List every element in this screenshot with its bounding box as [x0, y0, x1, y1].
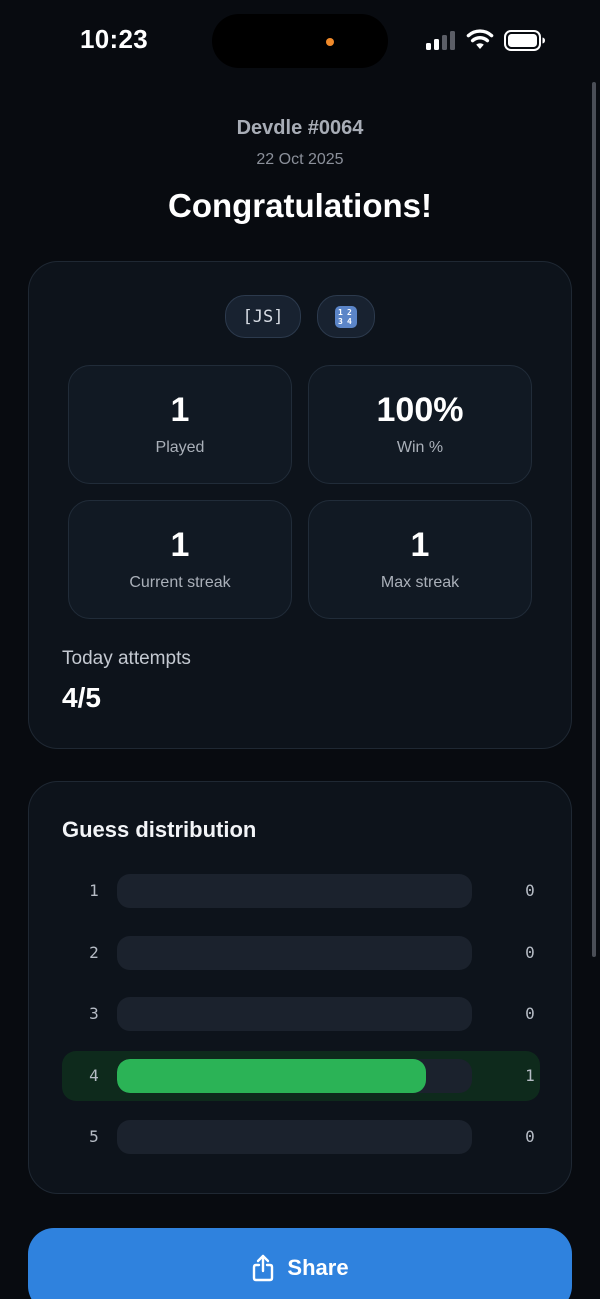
- distribution-row: 2 0: [62, 928, 540, 978]
- guess-number: 2: [89, 942, 99, 962]
- guess-count: 0: [525, 1004, 535, 1023]
- guess-number: 5: [89, 1127, 99, 1146]
- distribution-bar-track: [117, 1120, 472, 1154]
- tag-row: [JS] 1 2 3 4: [29, 295, 571, 338]
- share-label: Share: [287, 1255, 349, 1280]
- guess-number: 3: [89, 1004, 99, 1023]
- result-header: Devdle #0064 22 Oct 2025 Congratulations…: [0, 114, 600, 228]
- stat-value: 1: [170, 391, 190, 429]
- stat-current-streak: 1 Current streak: [68, 500, 292, 619]
- camera-indicator-dot: [326, 38, 334, 46]
- status-time: 10:23: [80, 24, 148, 54]
- wifi-icon: [466, 29, 494, 49]
- today-attempts-value: 4/5: [62, 682, 101, 713]
- battery-icon: [504, 30, 545, 51]
- distribution-bar-fill: [117, 1058, 426, 1093]
- stat-played: 1 Played: [68, 365, 292, 484]
- stat-label: Max streak: [380, 574, 460, 591]
- numbers-icon: 1 2 3 4: [335, 305, 357, 328]
- stat-win-percent: 100% Win %: [308, 365, 532, 484]
- guess-count: 0: [525, 881, 535, 900]
- stat-value: 100%: [376, 391, 464, 429]
- distribution-title: Guess distribution: [62, 817, 257, 842]
- stat-value: 1: [410, 526, 430, 564]
- share-button-content: Share: [251, 1254, 349, 1282]
- status-bar: 10:23: [0, 0, 600, 84]
- dynamic-island: [212, 14, 388, 68]
- stat-value: 1: [170, 526, 190, 564]
- guess-count: 0: [525, 1127, 535, 1146]
- stat-label: Win %: [396, 439, 444, 456]
- distribution-list: 1 0 2 0 3 0 4 1 5 0: [62, 866, 540, 1174]
- distribution-bar-track: [117, 1058, 472, 1093]
- guess-count: 1: [525, 1065, 535, 1085]
- distribution-bar-track: [117, 997, 472, 1031]
- guess-distribution-card: Guess distribution 1 0 2 0 3 0 4 1 5 0: [28, 781, 572, 1194]
- today-attempts-label: Today attempts: [62, 648, 191, 669]
- stats-card: [JS] 1 2 3 4 1 Played 100% Win % 1 Curre…: [28, 261, 572, 749]
- stat-label: Played: [155, 439, 205, 456]
- distribution-row: 3 0: [62, 989, 540, 1039]
- guess-count: 0: [525, 942, 535, 962]
- puzzle-date: 22 Oct 2025: [256, 151, 344, 168]
- stats-grid: 1 Played 100% Win % 1 Current streak 1 M…: [68, 365, 532, 619]
- distribution-row: 5 0: [62, 1112, 540, 1162]
- language-tag: [JS]: [225, 295, 301, 338]
- guess-number: 4: [89, 1065, 99, 1085]
- result-screen: 10:23 Devdle #0064 22 Oct 2025 Congratul…: [0, 0, 600, 1299]
- share-button[interactable]: Share: [28, 1228, 572, 1299]
- stat-label: Current streak: [129, 574, 231, 591]
- share-icon: [253, 1254, 274, 1282]
- guess-number: 1: [89, 881, 99, 900]
- page-title: Congratulations!: [168, 187, 432, 224]
- distribution-row: 1 0: [62, 866, 540, 916]
- distribution-row: 4 1: [62, 1050, 540, 1101]
- distribution-bar-track: [117, 935, 472, 970]
- numbers-tag: 1 2 3 4: [317, 295, 375, 338]
- distribution-bar-track: [117, 874, 472, 908]
- puzzle-id: Devdle #0064: [236, 117, 364, 139]
- stat-max-streak: 1 Max streak: [308, 500, 532, 619]
- signal-icon: [426, 29, 458, 50]
